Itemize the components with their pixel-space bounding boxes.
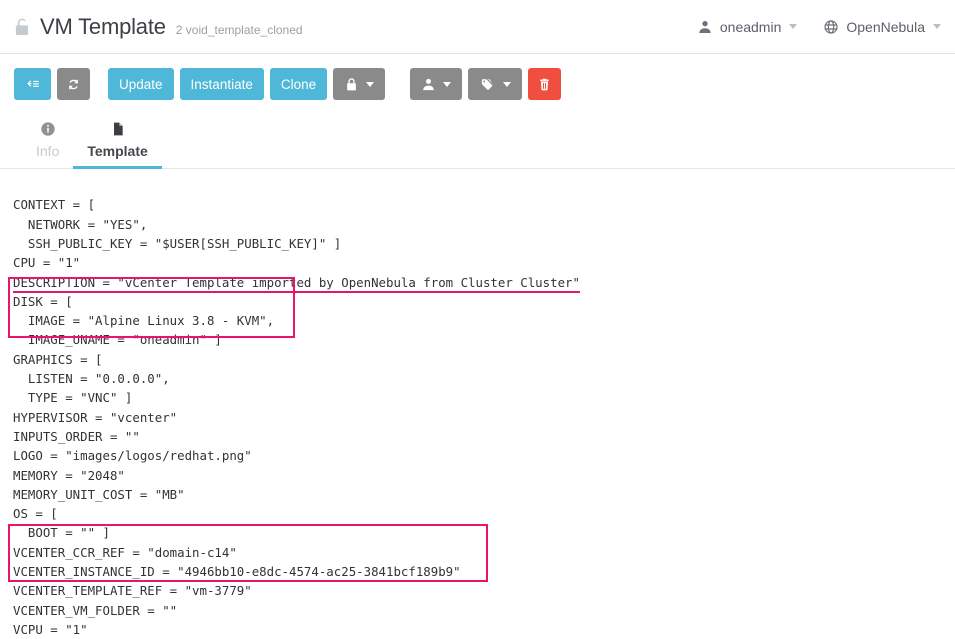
chevron-down-icon [366,81,375,87]
page-subtitle: 2 void_template_cloned [175,22,303,37]
template-line: DISK = [ [13,293,73,309]
tab-template-label: Template [87,143,148,159]
lock-open-icon [12,16,32,38]
header-right-group: oneadmin OpenNebula [697,19,941,35]
user-icon [697,19,713,35]
tab-template[interactable]: Template [73,118,163,169]
app-header: VM Template 2 void_template_cloned onead… [0,0,955,54]
template-content-area: CONTEXT = [ NETWORK = "YES", SSH_PUBLIC_… [0,169,955,639]
template-line: OS = [ [13,506,58,522]
template-line: VCENTER_CCR_REF = "domain-c14" [13,544,237,560]
template-line: INPUTS_ORDER = "" [13,428,140,444]
template-line: HYPERVISOR = "vcenter" [13,409,178,425]
change-owner-dropdown-button[interactable] [410,68,463,100]
chevron-down-icon [789,24,798,29]
tab-bar: Info Template [0,114,955,169]
tag-icon [479,77,496,92]
action-toolbar: Update Instantiate Clone [0,54,955,114]
template-line-description-text: DESCRIPTION = "vCenter Template imported… [13,274,580,293]
template-line: MEMORY = "2048" [13,467,125,483]
user-icon [421,77,436,92]
lock-dropdown-button[interactable] [333,68,386,100]
zone-menu-label: OpenNebula [846,18,925,35]
template-line: MEMORY_UNIT_COST = "MB" [13,486,185,502]
template-line: CONTEXT = [ [13,197,96,213]
template-line: LISTEN = "0.0.0.0", [13,371,170,387]
template-line: SSH_PUBLIC_KEY = "$USER[SSH_PUBLIC_KEY]"… [13,235,342,251]
clone-button[interactable]: Clone [269,68,328,100]
template-line: LOGO = "images/logos/redhat.png" [13,448,252,464]
refresh-button[interactable] [57,68,90,100]
labels-dropdown-button[interactable] [468,68,523,100]
delete-button[interactable] [528,68,562,100]
info-circle-icon [40,121,56,142]
user-menu[interactable]: oneadmin [697,19,798,35]
template-line: IMAGE_UNAME = "oneadmin" ] [13,332,222,348]
user-menu-label: oneadmin [719,18,782,35]
template-line: BOOT = "" ] [13,525,110,541]
template-line: VCENTER_TEMPLATE_REF = "vm-3779" [13,583,252,599]
globe-icon [823,19,839,35]
back-to-list-button[interactable] [14,68,51,100]
tab-info-label: Info [36,143,60,159]
instantiate-button[interactable]: Instantiate [179,68,264,100]
template-line: NETWORK = "YES", [13,216,148,232]
zone-menu[interactable]: OpenNebula [823,19,941,35]
template-line: VCENTER_VM_FOLDER = "" [13,602,178,618]
template-line: CPU = "1" [13,255,81,271]
header-left-group: VM Template 2 void_template_cloned [12,14,303,40]
template-text[interactable]: CONTEXT = [ NETWORK = "YES", SSH_PUBLIC_… [13,195,955,639]
trash-icon [537,77,552,92]
template-line: IMAGE = "Alpine Linux 3.8 - KVM", [13,313,275,329]
tab-info[interactable]: Info [22,118,73,168]
chevron-down-icon [933,24,941,29]
lock-icon [344,77,359,92]
template-line: TYPE = "VNC" ] [13,390,133,406]
chevron-down-icon [443,81,452,87]
page-title: VM Template [40,13,166,39]
template-line: VCPU = "1" [13,621,88,637]
document-icon [110,121,126,142]
update-button[interactable]: Update [108,68,174,100]
template-line-description: DESCRIPTION = "vCenter Template imported… [13,273,955,293]
template-line: VCENTER_INSTANCE_ID = "4946bb10-e8dc-457… [13,564,461,580]
template-line: GRAPHICS = [ [13,351,103,367]
chevron-down-icon [503,81,512,87]
